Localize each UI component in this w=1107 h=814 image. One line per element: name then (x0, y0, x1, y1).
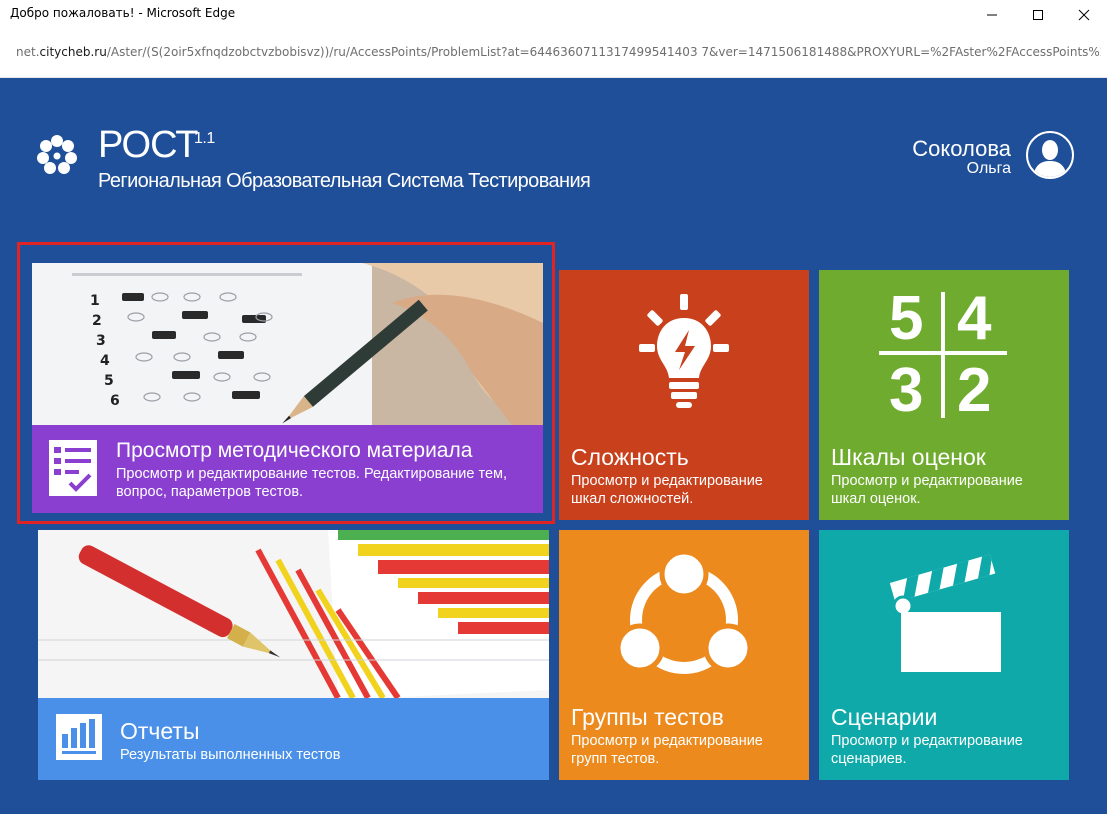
tile-scenarios-title: Сценарии (831, 704, 938, 730)
chart-pen-image (38, 530, 549, 698)
tile-scales-title: Шкалы оценок (831, 444, 986, 470)
grade-digit-3: 3 (889, 356, 924, 425)
app-main: РОСТ 1.1 Региональная Образовательная Си… (0, 78, 1107, 814)
svg-text:3: 3 (96, 333, 106, 349)
tile-methodical-title: Просмотр методического материала (116, 439, 473, 462)
svg-text:5: 5 (104, 373, 114, 389)
tile-grade-scales[interactable]: 5 4 3 2 Шкалы оценок Просмотр и редактир… (819, 270, 1069, 520)
grade-digit-4: 4 (957, 284, 992, 353)
svg-text:2: 2 (92, 313, 102, 329)
grade-digit-5: 5 (889, 284, 924, 353)
url-path: /Aster/(S(2oir5xfnqdzobctvzbobisvz))/ru/… (106, 45, 1101, 59)
close-icon (1078, 9, 1090, 21)
maximize-button[interactable] (1015, 0, 1061, 30)
tile-reports-title: Отчеты (120, 718, 200, 744)
minimize-icon (987, 14, 997, 16)
checklist-icon (49, 440, 97, 496)
tile-complexity-desc: Просмотр и редактирование шкал сложносте… (571, 473, 763, 507)
user-first-name[interactable]: Ольга (880, 160, 1011, 178)
app-subtitle: Региональная Образовательная Система Тес… (98, 170, 591, 192)
close-button[interactable] (1061, 0, 1107, 30)
url-text[interactable]: net.citycheb.ru/Aster/(S(2oir5xfnqdzobct… (16, 45, 1101, 59)
tile-complexity[interactable]: Сложность Просмотр и редактирование шкал… (559, 270, 809, 520)
address-bar[interactable]: net.citycheb.ru/Aster/(S(2oir5xfnqdzobct… (0, 30, 1107, 78)
window-title: Добро пожаловать! - Microsoft Edge (10, 6, 236, 20)
tile-groups-desc: Просмотр и редактирование групп тестов. (571, 733, 763, 767)
group-circles-icon (615, 552, 753, 674)
app-name: РОСТ (98, 124, 198, 166)
tile-scenarios-desc: Просмотр и редактирование сценариев. (831, 733, 1023, 767)
user-avatar[interactable] (1026, 131, 1074, 179)
url-prefix: net. (16, 45, 40, 59)
minimize-button[interactable] (969, 0, 1015, 30)
reports-band (38, 698, 549, 780)
browser-titlebar: Добро пожаловать! - Microsoft Edge (0, 0, 1107, 30)
tile-complexity-title: Сложность (571, 444, 689, 470)
tile-methodical-material[interactable]: 1 2 3 4 5 6 Просмотр методического материала… (32, 263, 543, 513)
grade-digit-2: 2 (957, 356, 992, 425)
user-last-name[interactable]: Соколова (880, 136, 1011, 162)
bar-chart-report-icon (56, 714, 102, 760)
tile-scenarios[interactable]: Сценарии Просмотр и редактирование сцена… (819, 530, 1069, 780)
tile-groups-title: Группы тестов (571, 704, 724, 730)
clapperboard-icon (889, 554, 1001, 672)
tile-test-groups[interactable]: Группы тестов Просмотр и редактирование … (559, 530, 809, 780)
tile-reports-desc: Результаты выполненных тестов (120, 747, 341, 763)
answer-sheet-image: 1 2 3 4 5 6 (32, 263, 543, 425)
svg-text:1: 1 (90, 293, 100, 309)
tile-reports[interactable]: Отчеты Результаты выполненных тестов (38, 530, 549, 780)
svg-text:4: 4 (100, 353, 110, 369)
tile-scales-desc: Просмотр и редактирование шкал оценок. (831, 473, 1023, 507)
maximize-icon (1033, 10, 1043, 20)
url-domain: citycheb.ru (39, 45, 107, 59)
svg-text:6: 6 (110, 393, 120, 409)
tile-methodical-desc: Просмотр и редактирование тестов. Редакт… (116, 466, 508, 500)
app-version: 1.1 (194, 130, 215, 147)
lightbulb-icon (639, 294, 729, 408)
user-avatar-icon (1033, 140, 1067, 177)
flower-logo-icon (37, 135, 77, 174)
